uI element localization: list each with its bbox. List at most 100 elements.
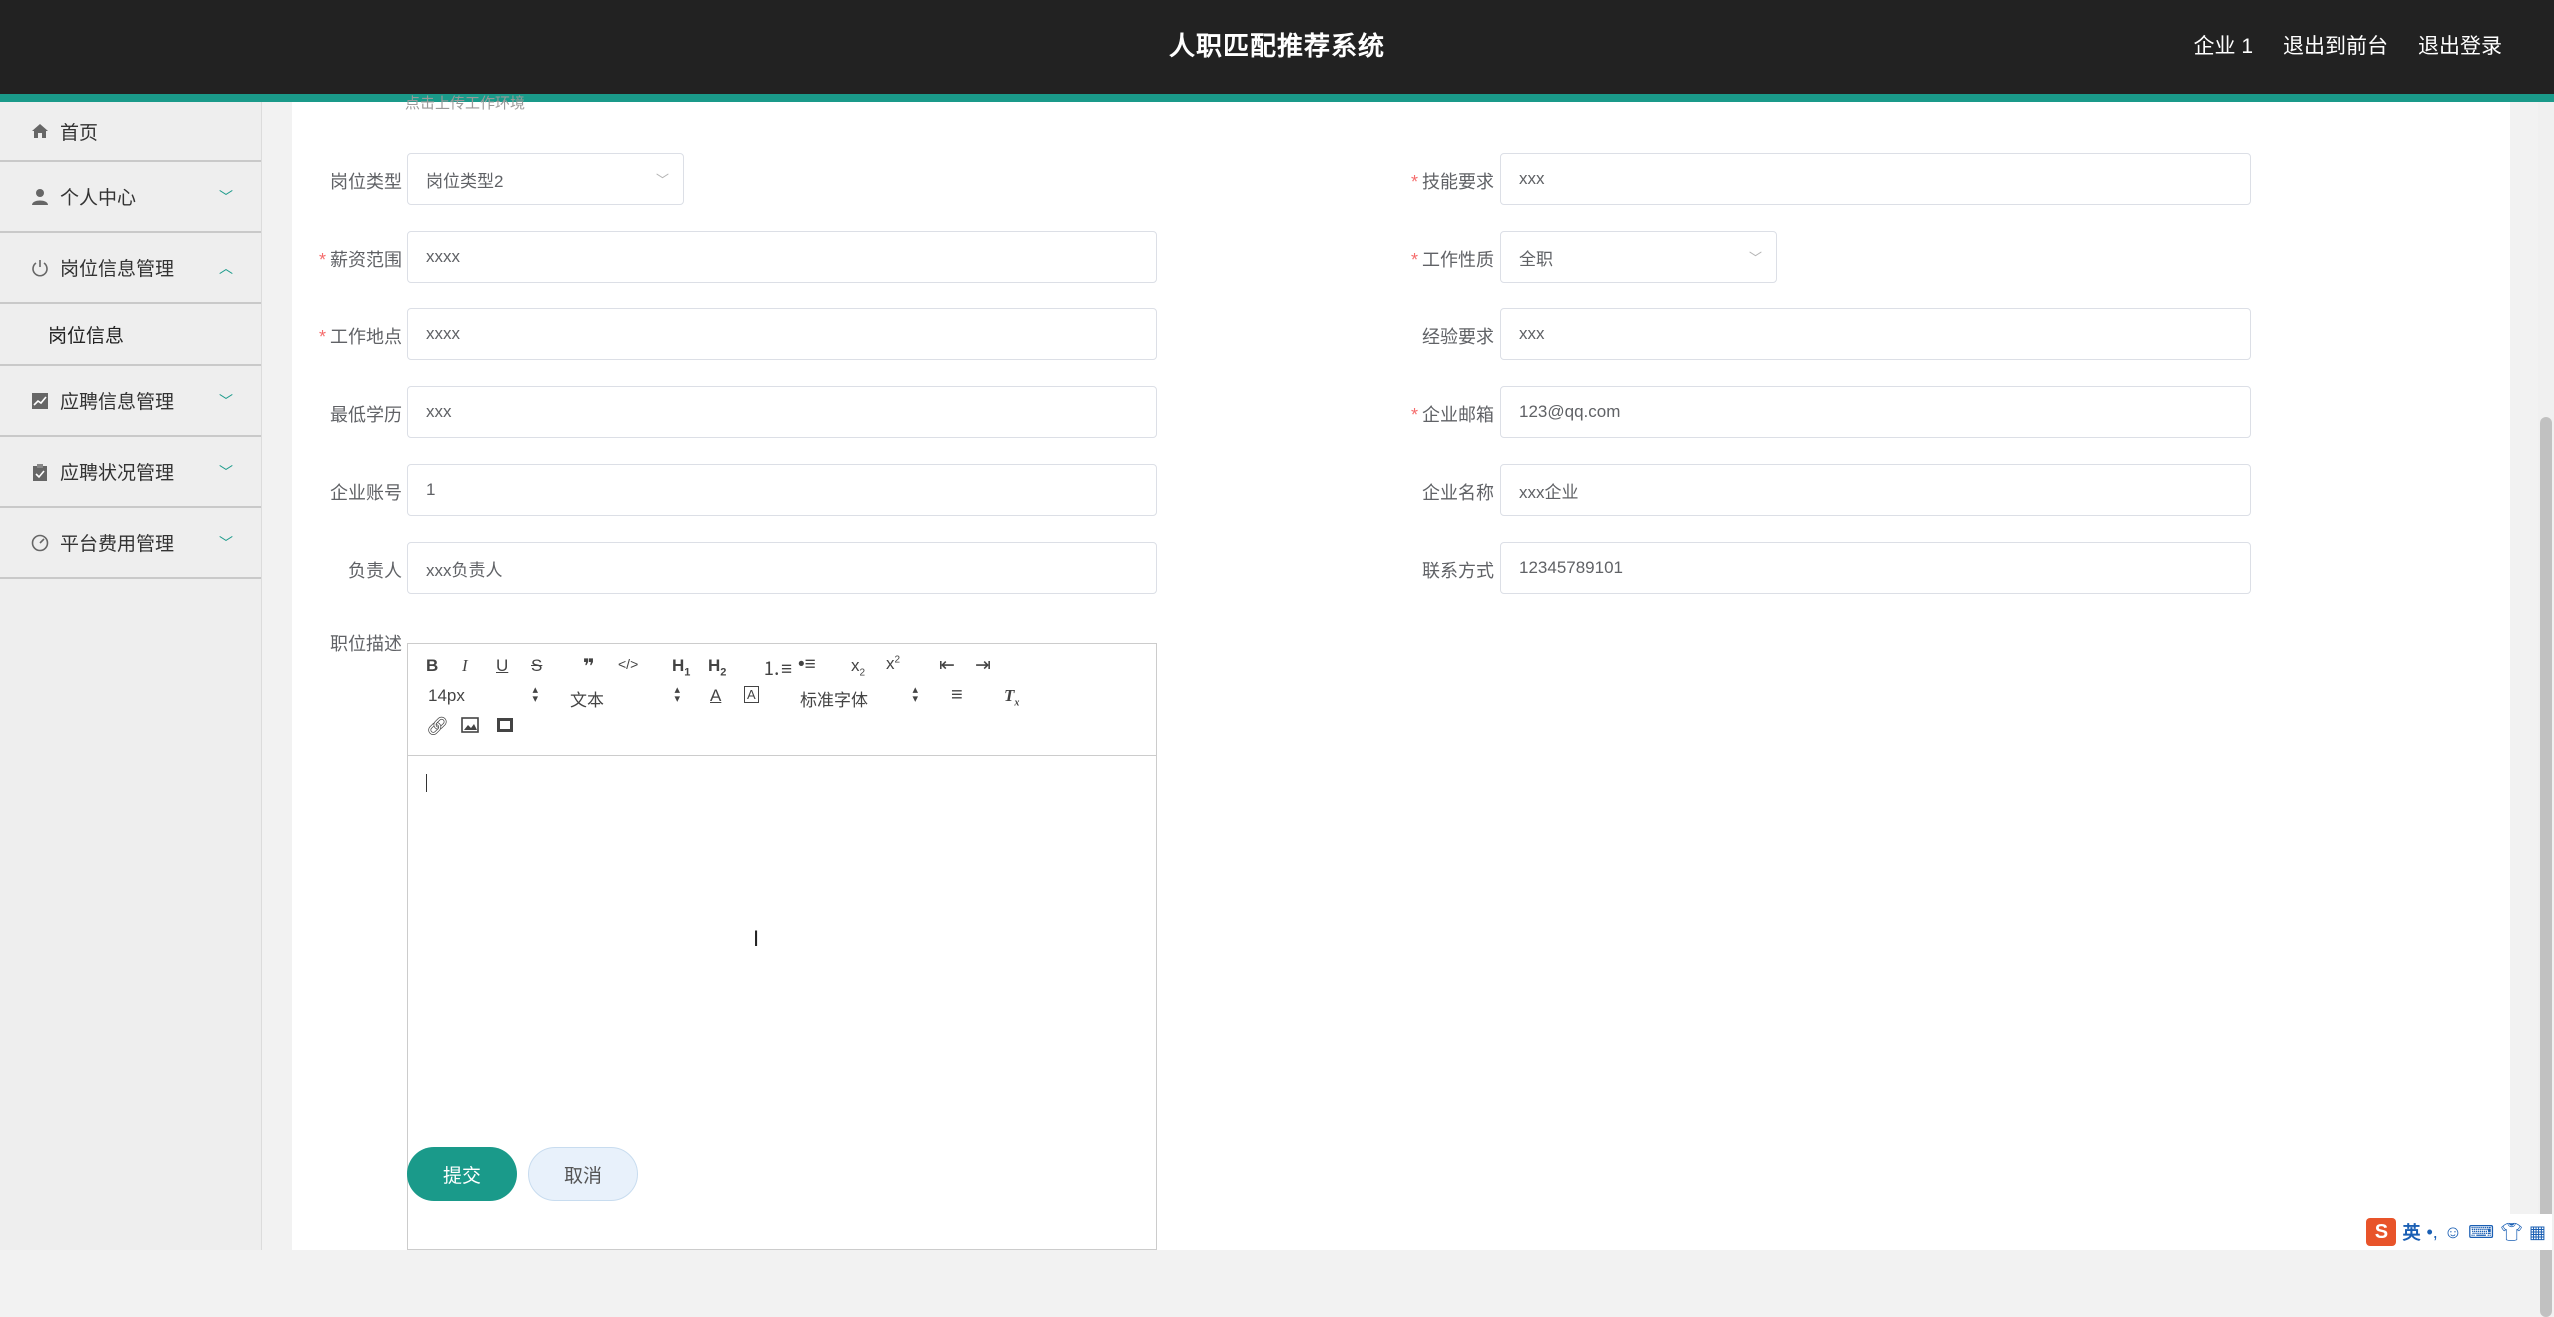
font-size-select[interactable]: 14px ▴▾ — [428, 686, 538, 706]
power-icon — [30, 258, 50, 278]
align-icon[interactable]: ≡ — [951, 684, 963, 707]
submit-button[interactable]: 提交 — [407, 1147, 517, 1201]
sidebar-item-job-management[interactable]: 岗位信息管理 ︿ — [0, 233, 261, 304]
salary-input[interactable]: xxxx — [407, 231, 1157, 283]
chevron-up-icon: ︿ — [219, 258, 233, 278]
bullet-list-icon[interactable]: •≡ — [798, 654, 816, 676]
home-icon — [30, 121, 50, 141]
editor-toolbar: B I U S ❞ </> H1 H2 ⒈≡ •≡ x2 x2 ⇤ ⇥ 14px… — [408, 644, 1156, 756]
image-icon[interactable] — [461, 717, 479, 738]
ordered-list-icon[interactable]: ⒈≡ — [762, 654, 792, 681]
location-input[interactable]: xxxx — [407, 308, 1157, 360]
indent-icon[interactable]: ⇥ — [975, 654, 991, 677]
manager-label: 负责人 — [272, 557, 402, 583]
blockquote-icon[interactable]: ❞ — [583, 654, 595, 679]
back-to-front-link[interactable]: 退出到前台 — [2283, 30, 2388, 60]
sidebar-item-label: 应聘状况管理 — [60, 458, 174, 485]
user-icon — [30, 187, 50, 207]
scrollbar-thumb[interactable] — [2540, 417, 2552, 1317]
page-scrollbar[interactable] — [2538, 102, 2554, 1250]
keyboard-icon[interactable]: ⌨ — [2468, 1222, 2494, 1243]
job-nature-label: *工作性质 — [1364, 246, 1494, 272]
font-color-icon[interactable]: A — [710, 686, 721, 706]
skills-input[interactable]: xxx — [1500, 153, 2251, 205]
link-icon[interactable]: 🔗︎ — [426, 716, 449, 737]
top-links: 企业 1 退出到前台 退出登录 — [2193, 30, 2502, 60]
subscript-icon[interactable]: x2 — [851, 656, 865, 678]
header-format-select[interactable]: 文本 ▴▾ — [570, 686, 680, 711]
skin-icon[interactable]: 👕︎ — [2500, 1222, 2523, 1243]
sidebar-item-label: 首页 — [60, 118, 98, 145]
sidebar-item-application-management[interactable]: 应聘信息管理 ﹀ — [0, 366, 261, 437]
chart-icon — [30, 391, 50, 411]
header-accent-bar — [0, 94, 2554, 102]
company-name-label: 企业名称 — [1364, 479, 1494, 505]
upload-tip: 点击上传工作环境 — [405, 92, 525, 113]
cancel-button[interactable]: 取消 — [528, 1147, 638, 1201]
account-label: 企业账号 — [272, 479, 402, 505]
logout-link[interactable]: 退出登录 — [2418, 30, 2502, 60]
sidebar-item-label: 岗位信息管理 — [60, 254, 174, 281]
clear-format-icon[interactable]: Tx — [1004, 686, 1019, 708]
sidebar-item-platform-fees[interactable]: 平台费用管理 ﹀ — [0, 508, 261, 579]
job-type-label: 岗位类型 — [272, 168, 402, 194]
chevron-down-icon: ﹀ — [219, 533, 233, 553]
job-type-select[interactable]: 岗位类型2 ﹀ — [407, 153, 684, 205]
editor-text-area[interactable] — [408, 756, 1156, 1251]
manager-input[interactable]: xxx负责人 — [407, 542, 1157, 594]
background-color-icon[interactable]: A — [744, 686, 759, 703]
location-label: *工作地点 — [272, 323, 402, 349]
sidebar: 首页 个人中心 ﹀ 岗位信息管理 ︿ 岗位信息 应聘信息管理 ﹀ 应聘状况管理 … — [0, 102, 262, 1250]
font-family-select[interactable]: 标准字体 ▴▾ — [800, 686, 918, 711]
contact-label: 联系方式 — [1364, 557, 1494, 583]
description-editor: B I U S ❞ </> H1 H2 ⒈≡ •≡ x2 x2 ⇤ ⇥ 14px… — [407, 643, 1157, 1250]
contact-input[interactable]: 12345789101 — [1500, 542, 2251, 594]
chevron-down-icon: ﹀ — [1749, 248, 1762, 267]
toolbox-icon[interactable]: ▦ — [2529, 1222, 2546, 1243]
sidebar-item-label: 平台费用管理 — [60, 529, 174, 556]
experience-input[interactable]: xxx — [1500, 308, 2251, 360]
sidebar-item-label: 应聘信息管理 — [60, 387, 174, 414]
punctuation-icon[interactable]: •, — [2426, 1222, 2437, 1243]
email-input[interactable]: 123@qq.com — [1500, 386, 2251, 438]
chevron-down-icon: ﹀ — [219, 391, 233, 411]
email-label: *企业邮箱 — [1364, 401, 1494, 427]
updown-icon: ▴▾ — [912, 686, 918, 704]
sidebar-item-home[interactable]: 首页 — [0, 102, 261, 162]
company-name-input[interactable]: xxx企业 — [1500, 464, 2251, 516]
education-input[interactable]: xxx — [407, 386, 1157, 438]
current-user-link[interactable]: 企业 1 — [2193, 30, 2253, 60]
skills-label: *技能要求 — [1364, 168, 1494, 194]
sidebar-subitem-job-info[interactable]: 岗位信息 — [0, 304, 261, 366]
description-label: 职位描述 — [272, 630, 402, 656]
bold-icon[interactable]: B — [426, 656, 438, 676]
text-cursor-icon: I — [753, 926, 759, 952]
gauge-icon — [30, 533, 50, 553]
education-label: 最低学历 — [272, 401, 402, 427]
salary-label: *薪资范围 — [272, 246, 402, 272]
chevron-down-icon: ﹀ — [219, 462, 233, 482]
heading-1-icon[interactable]: H1 — [672, 656, 690, 678]
ime-mode[interactable]: 英 — [2402, 1219, 2420, 1245]
updown-icon: ▴▾ — [532, 686, 538, 704]
job-nature-select[interactable]: 全职 ﹀ — [1500, 231, 1777, 283]
account-input[interactable]: 1 — [407, 464, 1157, 516]
ime-toolbar: S 英 •, ☺ ⌨ 👕︎ ▦ — [2360, 1214, 2552, 1250]
strikethrough-icon[interactable]: S — [531, 656, 542, 676]
video-icon[interactable] — [496, 717, 514, 738]
sidebar-item-personal-center[interactable]: 个人中心 ﹀ — [0, 162, 261, 233]
sidebar-item-application-status[interactable]: 应聘状况管理 ﹀ — [0, 437, 261, 508]
outdent-icon[interactable]: ⇤ — [939, 654, 955, 677]
emoji-icon[interactable]: ☺ — [2444, 1222, 2462, 1243]
heading-2-icon[interactable]: H2 — [708, 656, 726, 678]
italic-icon[interactable]: I — [462, 656, 468, 676]
code-block-icon[interactable]: </> — [618, 656, 638, 672]
chevron-down-icon: ﹀ — [656, 170, 669, 189]
updown-icon: ▴▾ — [674, 686, 680, 704]
sogou-logo-icon[interactable]: S — [2366, 1218, 2396, 1246]
app-title: 人职匹配推荐系统 — [0, 26, 2554, 63]
chevron-down-icon: ﹀ — [219, 187, 233, 207]
superscript-icon[interactable]: x2 — [886, 654, 900, 674]
underline-icon[interactable]: U — [496, 656, 508, 676]
experience-label: 经验要求 — [1364, 323, 1494, 349]
